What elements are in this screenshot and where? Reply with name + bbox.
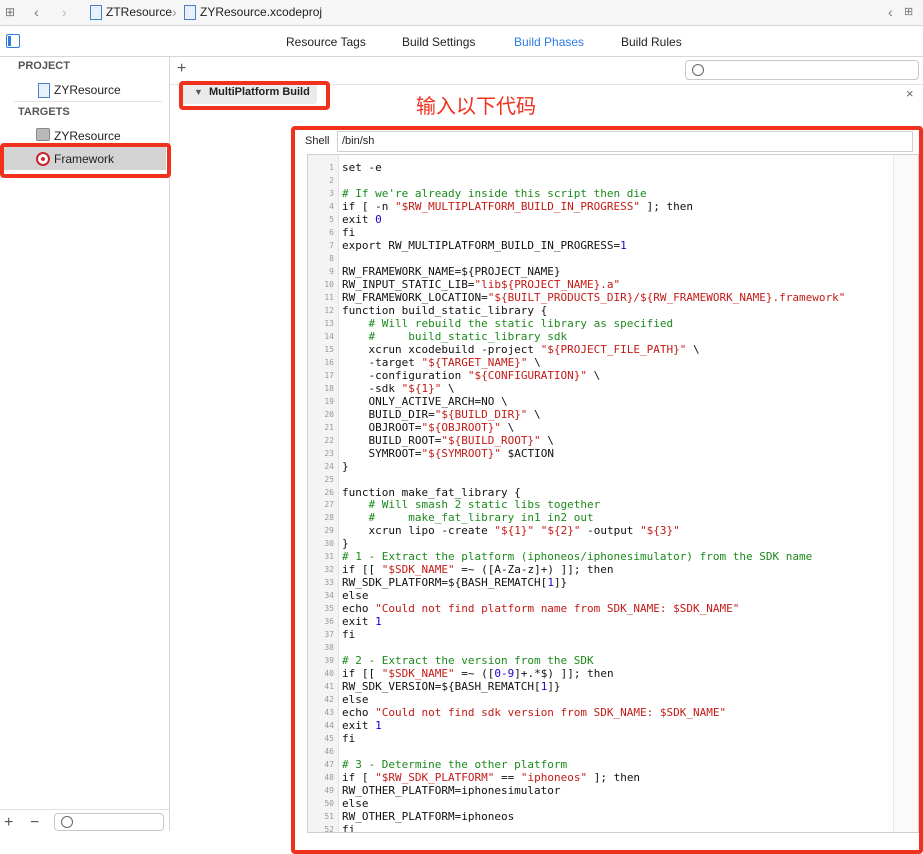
add-target-button[interactable]: + <box>4 814 13 832</box>
project-section-header: PROJECT <box>18 60 70 72</box>
xcodeproj-file-icon <box>184 5 196 20</box>
phase-filter-field[interactable] <box>685 60 919 80</box>
targets-section-header: TARGETS <box>18 106 70 118</box>
add-build-phase-button[interactable]: + <box>177 60 186 78</box>
prev-issue-icon[interactable]: ‹ <box>888 4 893 20</box>
filter-icon <box>61 816 73 828</box>
breadcrumb-separator-icon: › <box>172 4 177 20</box>
sidebar-bottom-divider <box>0 809 169 810</box>
related-items-icon[interactable]: ⊞ <box>5 4 15 20</box>
editor-tab-bar: Resource Tags Build Settings Build Phase… <box>0 26 923 57</box>
highlight-box-script <box>291 126 923 854</box>
divider <box>14 101 162 102</box>
sidebar-toggle-icon[interactable] <box>6 34 20 48</box>
breadcrumb-file[interactable]: ZYResource.xcodeproj <box>200 5 322 19</box>
highlight-box-phase <box>179 81 330 110</box>
tab-build-settings[interactable]: Build Settings <box>402 35 475 49</box>
tab-resource-tags[interactable]: Resource Tags <box>286 35 366 49</box>
tab-build-phases[interactable]: Build Phases <box>514 35 584 49</box>
jump-bar: ⊞ ‹ › ZTResource › ZYResource.xcodeproj … <box>0 0 923 26</box>
forward-arrow-icon[interactable]: › <box>62 4 67 20</box>
project-file-icon <box>90 5 102 20</box>
sidebar-item-project[interactable]: ZYResource <box>54 83 121 97</box>
annotation-text: 输入以下代码 <box>416 94 536 118</box>
breadcrumb-project[interactable]: ZTResource <box>106 5 172 19</box>
app-target-icon <box>36 128 50 141</box>
filter-icon <box>692 64 704 76</box>
project-navigator: PROJECT ZYResource TARGETS ZYResource Fr… <box>0 57 171 832</box>
sidebar-item-target-app[interactable]: ZYResource <box>54 129 121 143</box>
delete-phase-button[interactable]: × <box>906 86 914 101</box>
grid-icon[interactable]: ⊞ <box>904 4 913 20</box>
highlight-box-framework <box>0 143 171 178</box>
tab-build-rules[interactable]: Build Rules <box>621 35 682 49</box>
sidebar-filter-field[interactable] <box>54 813 164 831</box>
project-icon <box>38 83 50 98</box>
build-phases-editor: + ▼ MultiPlatform Build 输入以下代码 × Shell /… <box>170 57 923 854</box>
remove-target-button[interactable]: − <box>30 814 39 832</box>
back-arrow-icon[interactable]: ‹ <box>34 4 39 20</box>
